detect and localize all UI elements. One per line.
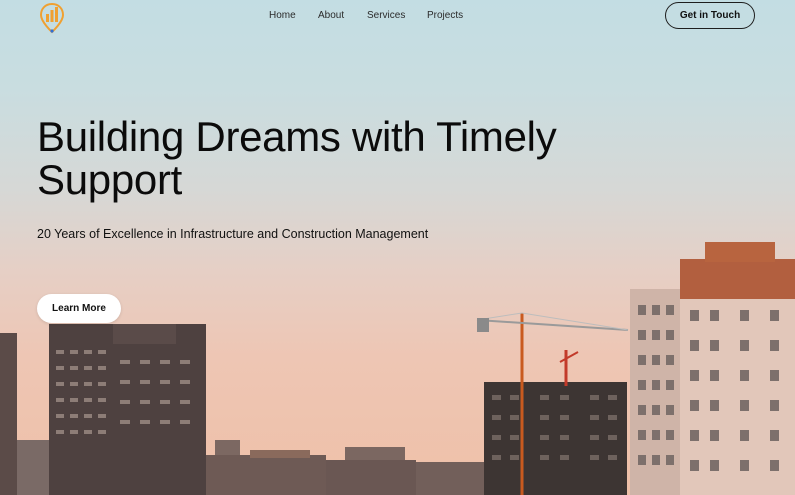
city-skyline-image: [0, 242, 795, 495]
hero-headline: Building Dreams with Timely Support: [37, 113, 557, 203]
top-navigation: Home About Services Projects Get in Touc…: [0, 0, 795, 34]
hero-section: Home About Services Projects Get in Touc…: [0, 0, 795, 495]
nav-services-link[interactable]: Services: [367, 10, 405, 21]
nav-projects-link[interactable]: Projects: [427, 10, 463, 21]
get-in-touch-button[interactable]: Get in Touch: [665, 2, 755, 29]
nav-home-link[interactable]: Home: [269, 10, 296, 21]
nav-about-link[interactable]: About: [318, 10, 344, 21]
bar-chart-pin-logo-icon[interactable]: [38, 2, 66, 34]
learn-more-button[interactable]: Learn More: [37, 294, 121, 323]
hero-subheadline: 20 Years of Excellence in Infrastructure…: [37, 227, 429, 241]
